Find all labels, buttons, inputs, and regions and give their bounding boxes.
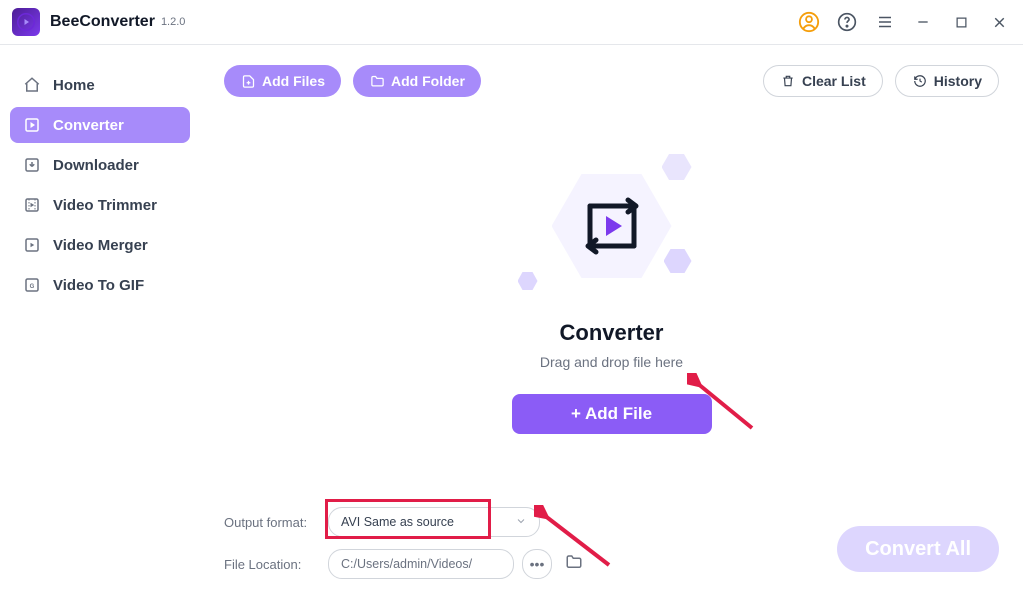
clear-list-button[interactable]: Clear List (763, 65, 883, 97)
sidebar-item-video-to-gif[interactable]: G Video To GIF (10, 267, 190, 303)
sidebar: Home Converter Downloader Video Trimmer (0, 45, 200, 599)
gif-icon: G (22, 275, 42, 295)
titlebar: BeeConverter 1.2.0 (0, 0, 1023, 45)
history-button[interactable]: History (895, 65, 999, 97)
app-version: 1.2.0 (161, 16, 185, 28)
sidebar-item-label: Converter (53, 117, 124, 134)
convert-icon (22, 115, 42, 135)
app-window: BeeConverter 1.2.0 Home (0, 0, 1023, 599)
minimize-icon[interactable] (911, 10, 935, 34)
add-file-button[interactable]: + Add File (512, 394, 712, 434)
trash-icon (780, 73, 796, 89)
app-body: Home Converter Downloader Video Trimmer (0, 45, 1023, 599)
converter-hero-icon (572, 186, 652, 266)
user-icon[interactable] (797, 10, 821, 34)
merger-icon (22, 235, 42, 255)
dropzone-title: Converter (560, 320, 664, 346)
sidebar-item-label: Downloader (53, 157, 139, 174)
add-file-icon (240, 73, 256, 89)
close-icon[interactable] (987, 10, 1011, 34)
sidebar-item-home[interactable]: Home (10, 67, 190, 103)
folder-icon (565, 553, 583, 576)
sidebar-item-video-trimmer[interactable]: Video Trimmer (10, 187, 190, 223)
button-label: History (934, 73, 982, 89)
history-icon (912, 73, 928, 89)
output-format-label: Output format: (224, 515, 328, 530)
maximize-icon[interactable] (949, 10, 973, 34)
sidebar-item-converter[interactable]: Converter (10, 107, 190, 143)
help-icon[interactable] (835, 10, 859, 34)
bottom-bar: Output format: AVI Same as source (200, 491, 1023, 599)
add-folder-button[interactable]: Add Folder (353, 65, 481, 97)
output-format-select[interactable]: AVI Same as source (328, 507, 540, 537)
file-location-value: C:/Users/admin/Videos/ (341, 557, 472, 571)
main-panel: Add Files Add Folder Clear List (200, 45, 1023, 599)
sidebar-item-label: Video Trimmer (53, 197, 157, 214)
output-format-row: Output format: AVI Same as source (224, 507, 999, 537)
output-format-value: AVI Same as source (341, 515, 454, 529)
main-toolbar: Add Files Add Folder Clear List (200, 45, 1023, 97)
chevron-down-icon (515, 515, 527, 530)
sidebar-item-label: Video Merger (53, 237, 148, 254)
button-label: Clear List (802, 73, 866, 89)
app-logo (12, 8, 40, 36)
file-location-label: File Location: (224, 557, 328, 572)
add-files-button[interactable]: Add Files (224, 65, 341, 97)
sidebar-item-label: Home (53, 77, 95, 94)
dropzone[interactable]: Converter Drag and drop file here + Add … (200, 97, 1023, 491)
dropzone-illustration (512, 154, 712, 314)
app-name: BeeConverter (50, 13, 155, 31)
button-label: Add Files (262, 73, 325, 89)
file-location-row: File Location: C:/Users/admin/Videos/ ••… (224, 549, 999, 579)
sidebar-item-label: Video To GIF (53, 277, 144, 294)
file-location-display: C:/Users/admin/Videos/ (328, 549, 514, 579)
svg-text:G: G (30, 284, 35, 290)
sidebar-item-downloader[interactable]: Downloader (10, 147, 190, 183)
home-icon (22, 75, 42, 95)
trimmer-icon (22, 195, 42, 215)
sidebar-item-video-merger[interactable]: Video Merger (10, 227, 190, 263)
ellipsis-icon: ••• (530, 556, 545, 572)
button-label: Add Folder (391, 73, 465, 89)
file-location-browse-button[interactable]: ••• (522, 549, 552, 579)
dropzone-subtitle: Drag and drop file here (540, 354, 683, 370)
file-location-open-button[interactable] (562, 552, 586, 576)
hamburger-menu-icon[interactable] (873, 10, 897, 34)
download-icon (22, 155, 42, 175)
folder-plus-icon (369, 73, 385, 89)
